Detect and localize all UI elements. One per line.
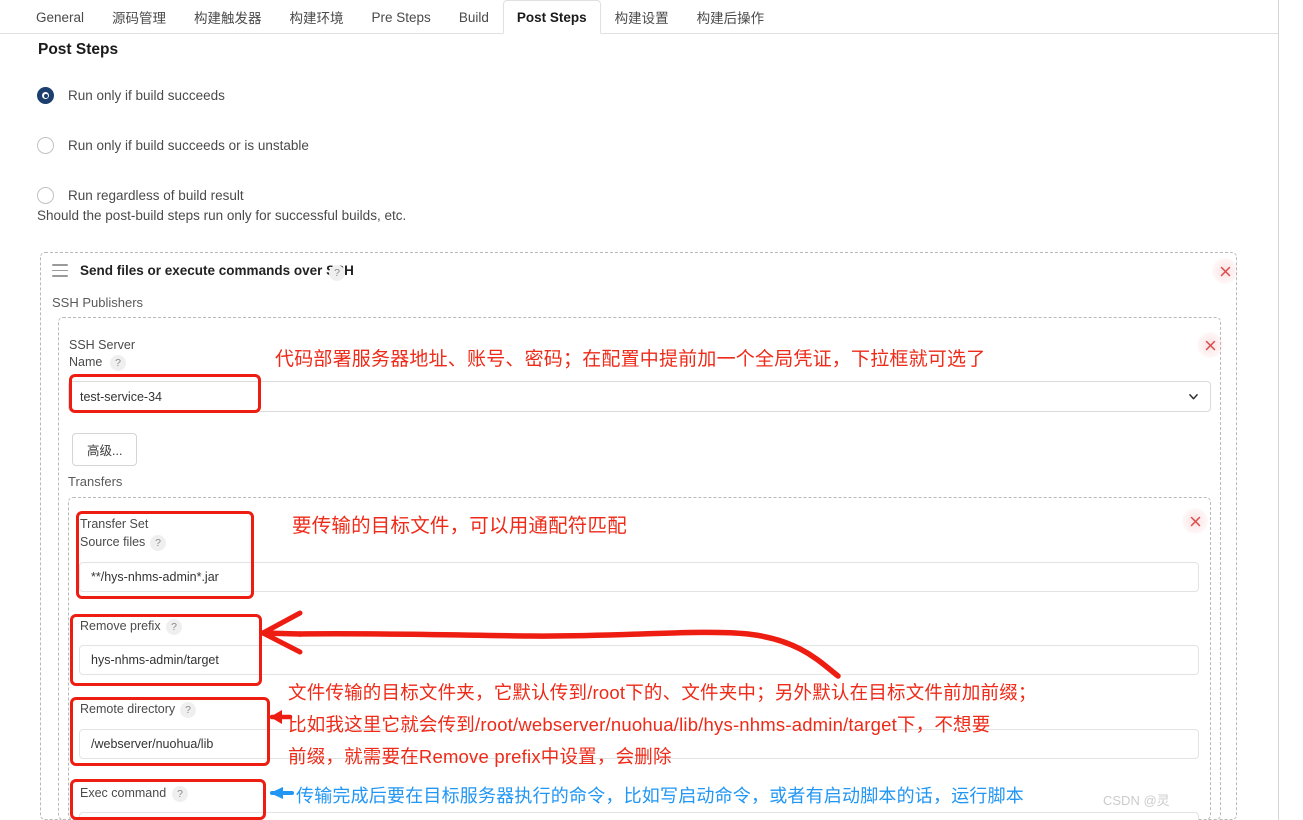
radio-label: Run regardless of build result <box>68 188 244 203</box>
chevron-down-icon <box>1189 393 1198 399</box>
remove-prefix-label: Remove prefix <box>80 619 161 633</box>
help-icon-ssh-server-name[interactable]: ? <box>110 354 126 372</box>
tab-build-settings[interactable]: 构建设置 <box>601 0 683 33</box>
screenshot-root: General 源码管理 构建触发器 构建环境 Pre Steps Build … <box>0 0 1303 820</box>
advanced-button[interactable]: 高级... <box>72 433 138 466</box>
ssh-block-title: Send files or execute commands over SSH <box>80 263 354 278</box>
exec-command-label: Exec command <box>80 786 167 800</box>
ssh-server-name-value: test-service-34 <box>80 389 162 404</box>
post-steps-hint-text: Should the post-build steps run only for… <box>37 208 407 223</box>
remove-prefix-input[interactable] <box>79 645 1199 675</box>
content-column: General 源码管理 构建触发器 构建环境 Pre Steps Build … <box>0 0 1279 820</box>
close-icon <box>1205 340 1215 350</box>
radio-indicator[interactable] <box>37 137 54 154</box>
annotation-ssh-server-note: 代码部署服务器地址、账号、密码；在配置中提前加一个全局凭证，下拉框就可选了 <box>275 349 986 370</box>
radio-indicator[interactable] <box>37 187 54 204</box>
help-icon-exec-command[interactable]: ? <box>172 785 188 803</box>
source-files-label: Source files <box>80 535 146 549</box>
annotation-source-files-note: 要传输的目标文件，可以用通配符匹配 <box>292 515 627 537</box>
radio-run-only-if-succeeds-or-unstable[interactable]: Run only if build succeeds or is unstabl… <box>37 137 309 154</box>
remote-directory-label: Remote directory <box>80 702 176 716</box>
tab-build-triggers[interactable]: 构建触发器 <box>180 0 276 33</box>
right-gutter <box>1280 0 1303 820</box>
help-icon-remote-directory[interactable]: ? <box>180 701 196 719</box>
tab-post-steps[interactable]: Post Steps <box>502 0 601 34</box>
help-icon-source-files[interactable]: ? <box>150 534 166 552</box>
radio-run-only-if-build-succeeds[interactable]: Run only if build succeeds <box>37 87 225 104</box>
radio-indicator-selected[interactable] <box>37 87 54 104</box>
ssh-server-label-line1: SSH Server <box>69 338 135 352</box>
close-icon <box>1190 516 1200 526</box>
transfers-label: Transfers <box>68 474 123 489</box>
remove-publisher-button[interactable] <box>1197 332 1223 358</box>
close-icon <box>1220 266 1230 276</box>
help-icon-ssh-block[interactable]: ? <box>329 264 345 282</box>
remove-ssh-block-button[interactable] <box>1212 258 1238 284</box>
radio-label: Run only if build succeeds <box>68 88 225 103</box>
ssh-server-name-select[interactable]: test-service-34 <box>68 381 1211 412</box>
remove-transfer-set-button[interactable] <box>1182 508 1208 534</box>
tab-source-code-management[interactable]: 源码管理 <box>98 0 180 33</box>
tab-pre-steps[interactable]: Pre Steps <box>358 0 445 33</box>
annotation-exec-command-note: 传输完成后要在目标服务器执行的命令，比如写启动命令，或者有启动脚本的话，运行脚本 <box>296 786 1024 806</box>
page-title: Post Steps <box>38 41 119 58</box>
tab-build[interactable]: Build <box>445 0 503 33</box>
ssh-publishers-label: SSH Publishers <box>52 295 144 310</box>
tab-post-build-actions[interactable]: 构建后操作 <box>683 0 779 33</box>
config-tab-bar: General 源码管理 构建触发器 构建环境 Pre Steps Build … <box>0 0 1278 34</box>
tab-build-environment[interactable]: 构建环境 <box>276 0 358 33</box>
help-icon-remove-prefix[interactable]: ? <box>166 618 182 636</box>
tab-general[interactable]: General <box>22 0 98 33</box>
annotation-remote-dir-note-line2: 比如我这里它就会传到/root/webserver/nuohua/lib/hys… <box>288 714 991 735</box>
radio-label: Run only if build succeeds or is unstabl… <box>68 138 309 153</box>
transfer-set-label: Transfer Set <box>80 517 149 531</box>
ssh-server-name-label: Name <box>69 355 103 369</box>
drag-handle-icon[interactable] <box>52 264 68 278</box>
annotation-remote-dir-note-line3: 前缀，就需要在Remove prefix中设置，会删除 <box>288 746 672 767</box>
annotation-remote-dir-note-line1: 文件传输的目标文件夹，它默认传到/root下的、文件夹中；另外默认在目标文件前加… <box>288 682 1037 703</box>
source-files-input[interactable] <box>79 562 1199 592</box>
exec-command-input[interactable] <box>79 812 1199 820</box>
radio-run-regardless-of-build-result[interactable]: Run regardless of build result <box>37 187 244 204</box>
